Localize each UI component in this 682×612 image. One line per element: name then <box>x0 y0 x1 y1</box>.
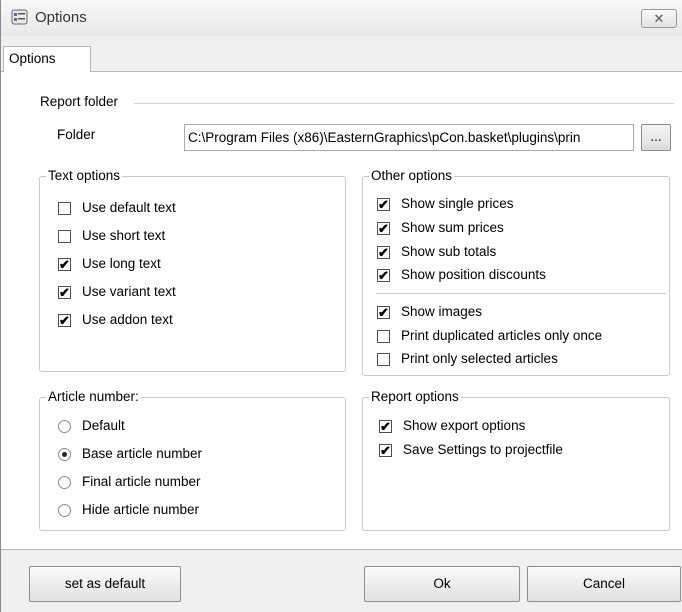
check-icon: ✔ <box>378 245 389 260</box>
options-window-icon <box>11 8 29 26</box>
text-options-title: Text options <box>46 168 123 184</box>
radio-circle <box>58 476 71 489</box>
checkbox-box: ✔ <box>58 314 71 327</box>
article-number-title: Article number: <box>46 389 141 405</box>
option-label: Hide article number <box>82 502 200 517</box>
check-icon: ✔ <box>59 313 70 328</box>
option-label: Use addon text <box>82 312 173 327</box>
checkbox-box: ✔ <box>377 198 390 211</box>
checkbox-box: ✔ <box>58 258 71 271</box>
radio-circle <box>58 448 71 461</box>
tab-options[interactable]: Options <box>3 46 91 73</box>
option-label: Show sum prices <box>401 220 504 235</box>
report-folder-label: Report folder <box>40 94 119 109</box>
checkbox-box: ✔ <box>379 444 392 457</box>
option-label: Base article number <box>82 446 203 461</box>
report-folder-divider <box>134 103 674 104</box>
window-title: Options <box>35 9 87 26</box>
option-label: Show export options <box>403 418 526 433</box>
report-options-title: Report options <box>369 389 461 405</box>
radio-circle <box>58 420 71 433</box>
option-label: Show position discounts <box>401 267 546 282</box>
option-label: Use default text <box>82 200 176 215</box>
option-label: Show single prices <box>401 196 514 211</box>
checkbox-box: ✔ <box>377 269 390 282</box>
check-icon: ✔ <box>378 268 389 283</box>
folder-path-input[interactable]: C:\Program Files (x86)\EasternGraphics\p… <box>184 124 634 151</box>
check-icon: ✔ <box>380 443 391 458</box>
checkbox-box: ✔ <box>58 202 71 215</box>
options-dialog: Options ✕ Options Report folder Folder C… <box>0 0 682 612</box>
set-as-default-button[interactable]: set as default <box>29 566 181 602</box>
check-icon: ✔ <box>380 419 391 434</box>
option-label: Use variant text <box>82 284 176 299</box>
option-label: Save Settings to projectfile <box>403 442 563 457</box>
folder-label: Folder <box>57 127 96 142</box>
check-icon: ✔ <box>378 221 389 236</box>
option-label: Show sub totals <box>401 244 497 259</box>
checkbox-box: ✔ <box>377 222 390 235</box>
checkbox-box: ✔ <box>377 330 390 343</box>
radio-selected-dot <box>62 452 67 457</box>
radio-circle <box>58 504 71 517</box>
checkbox-box: ✔ <box>58 286 71 299</box>
close-icon: ✕ <box>653 11 665 26</box>
check-icon: ✔ <box>378 305 389 320</box>
check-icon: ✔ <box>59 257 70 272</box>
close-button[interactable]: ✕ <box>641 9 677 28</box>
option-label: Final article number <box>82 474 201 489</box>
checkbox-box: ✔ <box>58 230 71 243</box>
cancel-button[interactable]: Cancel <box>527 566 681 602</box>
browse-folder-button[interactable]: ... <box>641 124 671 151</box>
option-label: Use long text <box>82 256 161 271</box>
checkbox-box: ✔ <box>379 420 392 433</box>
other-options-title: Other options <box>369 168 455 184</box>
ok-button[interactable]: Ok <box>364 566 520 602</box>
other-options-separator <box>376 293 666 294</box>
checkbox-box: ✔ <box>377 246 390 259</box>
check-icon: ✔ <box>378 197 389 212</box>
option-label: Default <box>82 418 125 433</box>
option-label: Show images <box>401 304 483 319</box>
tab-strip: Options <box>1 36 682 73</box>
option-label: Use short text <box>82 228 166 243</box>
title-bar: Options ✕ <box>1 0 682 36</box>
checkbox-box: ✔ <box>377 353 390 366</box>
option-label: Print only selected articles <box>401 351 558 366</box>
check-icon: ✔ <box>59 285 70 300</box>
option-label: Print duplicated articles only once <box>401 328 603 343</box>
checkbox-box: ✔ <box>377 306 390 319</box>
